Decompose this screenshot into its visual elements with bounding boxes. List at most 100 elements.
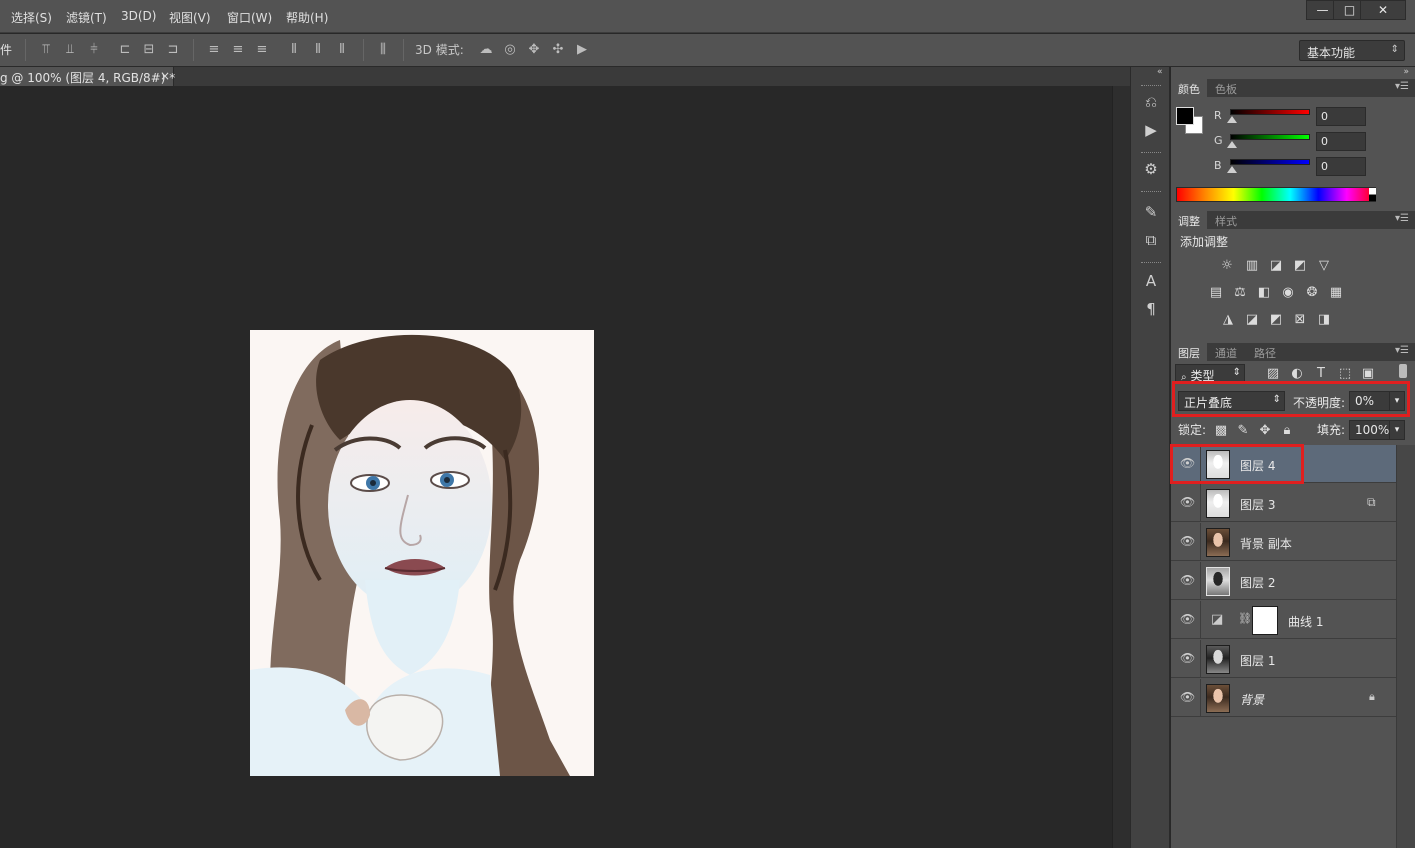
chevron-down-icon[interactable]: ▾ <box>1389 421 1404 439</box>
menu-filter[interactable]: 滤镜(T) <box>66 9 107 26</box>
menu-help[interactable]: 帮助(H) <box>286 9 328 26</box>
tab-layers[interactable]: 图层 <box>1171 343 1207 361</box>
panel-grip[interactable] <box>1141 191 1161 194</box>
collapse-arrows-icon[interactable]: « <box>1157 67 1163 77</box>
panel-menu-icon[interactable]: ▾☰ <box>1395 213 1409 224</box>
filter-shape-icon[interactable]: ⬚ <box>1336 366 1354 382</box>
menu-window[interactable]: 窗口(W) <box>227 9 272 26</box>
exposure-icon[interactable]: ◩ <box>1291 258 1309 274</box>
levels-icon[interactable]: ▥ <box>1243 258 1261 274</box>
filter-smart-object-icon[interactable]: ▣ <box>1359 366 1377 382</box>
black-white-ramp[interactable] <box>1369 188 1376 201</box>
tab-paths[interactable]: 路径 <box>1247 343 1283 361</box>
layer-row-curves1[interactable]: 👁︎ ◪ ⛓︎ 曲线 1 <box>1171 601 1396 639</box>
align-top-icon[interactable]: ⫪ <box>38 42 54 58</box>
panel-menu-icon[interactable]: ▾☰ <box>1395 81 1409 92</box>
document-tab[interactable]: g @ 100% (图层 4, RGB/8#) * × <box>0 67 175 86</box>
channel-b-slider[interactable] <box>1230 159 1310 165</box>
lock-all-icon[interactable]: 🔒︎ <box>1278 423 1296 439</box>
black-white-icon[interactable]: ◧ <box>1255 285 1273 301</box>
workspace-select[interactable]: 基本功能 ⇕ <box>1299 40 1405 61</box>
layer-name[interactable]: 图层 3 <box>1240 496 1275 513</box>
channel-g-slider[interactable] <box>1230 134 1310 140</box>
color-balance-icon[interactable]: ⚖ <box>1231 285 1249 301</box>
distribute-top-icon[interactable]: ≡ <box>206 42 222 58</box>
filter-adjustment-icon[interactable]: ◐ <box>1288 366 1306 382</box>
layer-name[interactable]: 图层 1 <box>1240 652 1275 669</box>
collapse-arrows-icon[interactable]: » <box>1403 67 1409 77</box>
layer-row-layer2[interactable]: 👁︎ 图层 2 <box>1171 562 1396 600</box>
panel-grip[interactable] <box>1141 152 1161 155</box>
menu-view[interactable]: 视图(V) <box>169 9 211 26</box>
fill-field[interactable]: 100% ▾ <box>1349 420 1405 440</box>
distribute-bottom-icon[interactable]: ≡ <box>254 42 270 58</box>
channel-r-thumb[interactable] <box>1227 116 1237 123</box>
filter-toggle-switch[interactable] <box>1399 364 1407 378</box>
vibrance-icon[interactable]: ▽ <box>1315 258 1333 274</box>
lock-position-icon[interactable]: ✥ <box>1256 423 1274 439</box>
layer-mask-thumbnail[interactable] <box>1252 606 1278 635</box>
menu-select[interactable]: 选择(S) <box>11 9 52 26</box>
tab-color[interactable]: 颜色 <box>1171 79 1207 97</box>
align-left-icon[interactable]: ⊏ <box>117 42 133 58</box>
curves-icon[interactable]: ◪ <box>1267 258 1285 274</box>
lock-image-icon[interactable]: ✎ <box>1234 423 1252 439</box>
layer-name[interactable]: 图层 2 <box>1240 574 1275 591</box>
auto-align-icon[interactable]: ⫼ <box>375 42 391 58</box>
document-canvas-image[interactable] <box>250 330 594 776</box>
hue-saturation-icon[interactable]: ▤ <box>1207 285 1225 301</box>
channel-g-field[interactable]: 0 <box>1316 132 1366 151</box>
character-icon[interactable]: A <box>1141 271 1161 291</box>
3d-roll-icon[interactable]: ◎ <box>502 42 518 58</box>
align-bottom-icon[interactable]: ⫩ <box>86 42 102 58</box>
tab-swatches[interactable]: 色板 <box>1208 79 1244 97</box>
brush-presets-icon[interactable]: ✎ <box>1141 202 1161 222</box>
channel-g-thumb[interactable] <box>1227 141 1237 148</box>
lock-transparent-icon[interactable]: ▩ <box>1212 423 1230 439</box>
photo-filter-icon[interactable]: ◉ <box>1279 285 1297 301</box>
channel-b-field[interactable]: 0 <box>1316 157 1366 176</box>
filter-pixel-icon[interactable]: ▨ <box>1264 366 1282 382</box>
visibility-toggle[interactable]: 👁︎ <box>1171 562 1201 600</box>
3d-scale-icon[interactable]: ▶ <box>574 42 590 58</box>
color-spectrum-ramp[interactable] <box>1176 187 1376 202</box>
layer-row-layer1[interactable]: 👁︎ 图层 1 <box>1171 640 1396 678</box>
align-right-icon[interactable]: ⊐ <box>165 42 181 58</box>
panel-grip[interactable] <box>1141 262 1161 265</box>
3d-orbit-icon[interactable]: ☁ <box>478 42 494 58</box>
tab-styles[interactable]: 样式 <box>1208 211 1244 229</box>
3d-pan-icon[interactable]: ✥ <box>526 42 542 58</box>
history-icon[interactable]: ⎌ <box>1141 92 1161 112</box>
visibility-toggle[interactable]: 👁︎ <box>1171 484 1201 522</box>
align-hcenter-icon[interactable]: ⊟ <box>141 42 157 58</box>
foreground-color-swatch[interactable] <box>1176 107 1194 125</box>
3d-slide-icon[interactable]: ✣ <box>550 42 566 58</box>
invert-icon[interactable]: ◮ <box>1219 312 1237 328</box>
visibility-toggle[interactable]: 👁︎ <box>1171 601 1201 639</box>
canvas-vertical-scrollbar[interactable] <box>1112 86 1130 848</box>
visibility-toggle[interactable]: 👁︎ <box>1171 640 1201 678</box>
channel-r-slider[interactable] <box>1230 109 1310 115</box>
layer-name[interactable]: 背景 副本 <box>1240 535 1292 552</box>
visibility-toggle[interactable]: 👁︎ <box>1171 679 1201 717</box>
posterize-icon[interactable]: ◪ <box>1243 312 1261 328</box>
tab-adjustments[interactable]: 调整 <box>1171 211 1207 229</box>
play-actions-icon[interactable]: ▶ <box>1141 120 1161 140</box>
layer-name[interactable]: 曲线 1 <box>1288 613 1323 630</box>
color-lookup-icon[interactable]: ▦ <box>1327 285 1345 301</box>
channel-mixer-icon[interactable]: ❂ <box>1303 285 1321 301</box>
visibility-toggle[interactable]: 👁︎ <box>1171 523 1201 561</box>
distribute-hcenter-icon[interactable]: ⦀ <box>310 42 326 58</box>
brightness-contrast-icon[interactable]: ☼ <box>1218 258 1236 274</box>
gradient-map-icon[interactable]: ◨ <box>1315 312 1333 328</box>
layers-scrollbar[interactable] <box>1396 445 1415 848</box>
channel-b-thumb[interactable] <box>1227 166 1237 173</box>
selective-color-icon[interactable]: ⊠ <box>1291 312 1309 328</box>
layer-name[interactable]: 背景 <box>1240 691 1264 708</box>
properties-icon[interactable]: ⚙ <box>1141 159 1161 179</box>
distribute-vcenter-icon[interactable]: ≡ <box>230 42 246 58</box>
threshold-icon[interactable]: ◩ <box>1267 312 1285 328</box>
tab-channels[interactable]: 通道 <box>1208 343 1244 361</box>
panel-grip[interactable] <box>1141 85 1161 88</box>
paragraph-icon[interactable]: ¶ <box>1141 299 1161 319</box>
